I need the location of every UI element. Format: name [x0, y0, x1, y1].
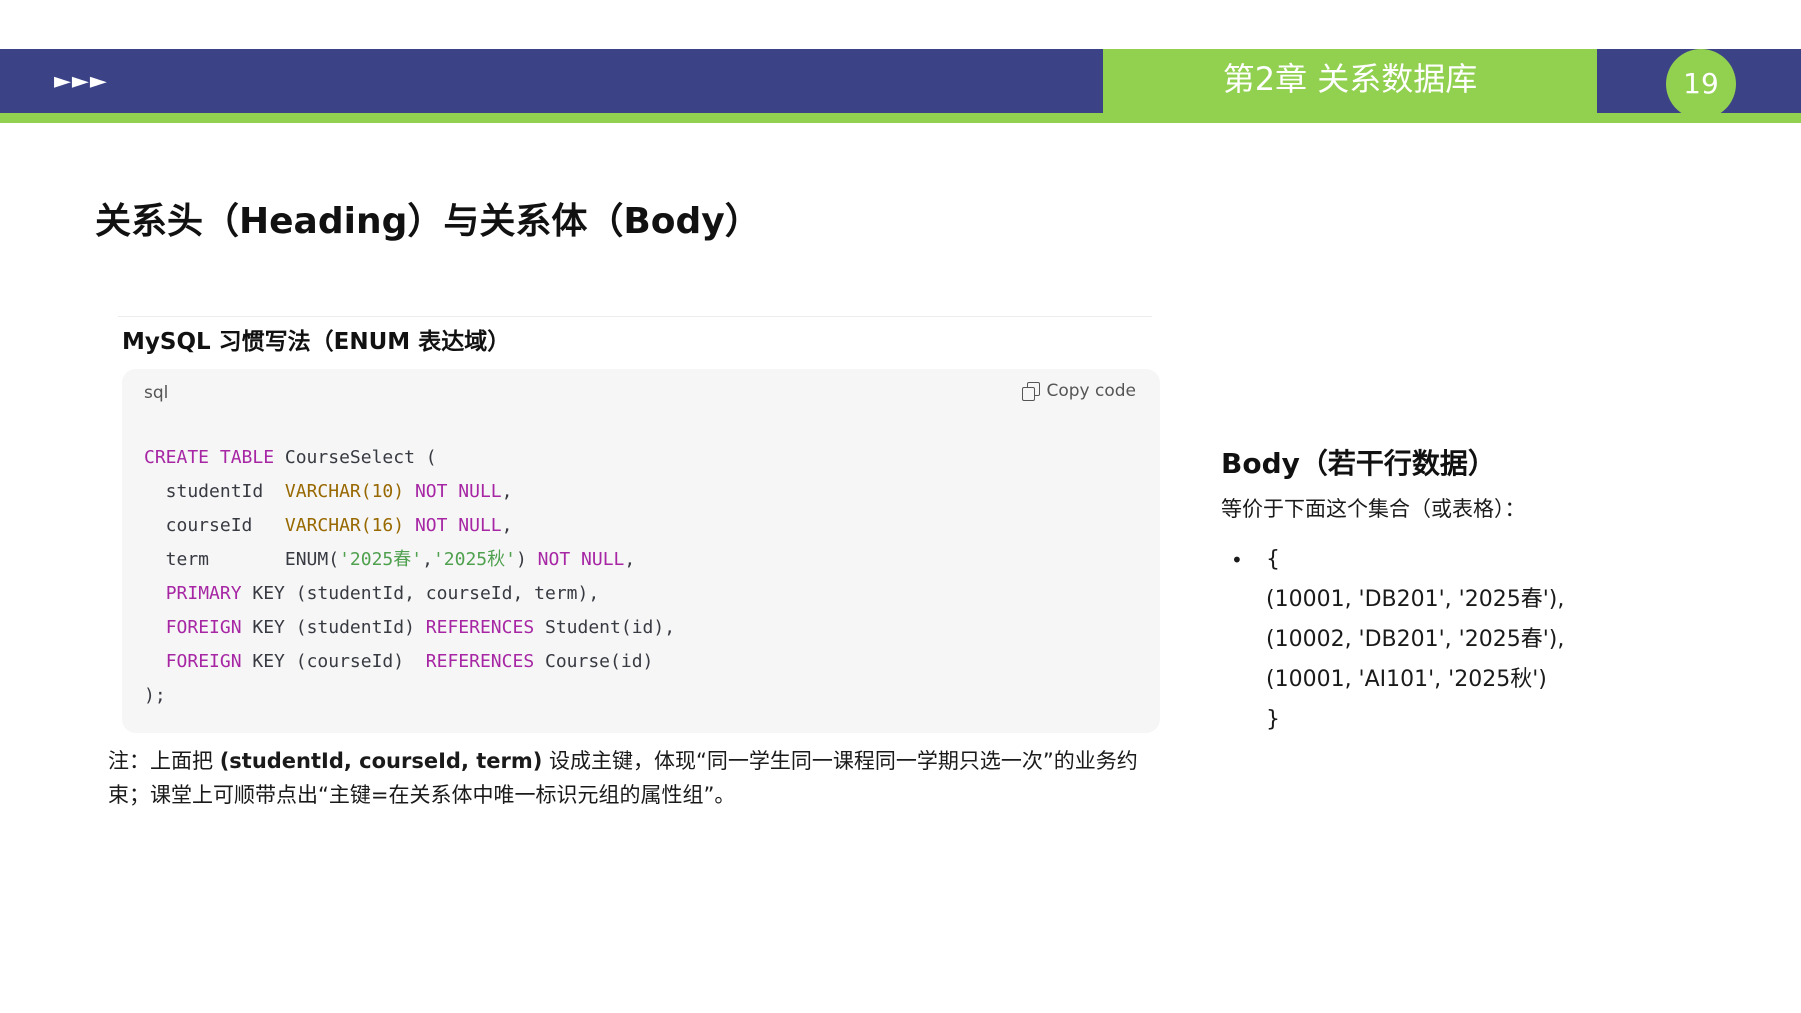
code-line: courseId VARCHAR(16) NOT NULL, — [144, 509, 675, 543]
code-token: REFERENCES — [425, 617, 535, 638]
note-primary-key: (studentId, courseId, term) — [219, 749, 543, 773]
note-prefix: 注：上面把 — [108, 749, 220, 773]
set-list-item: • { (10001, 'DB201', '2025春'), (10002, '… — [1221, 540, 1741, 740]
code-section: MySQL 习惯写法（ENUM 表达域） sql Copy code CREAT… — [112, 316, 1160, 733]
code-token: KEY (studentId) — [241, 617, 426, 638]
code-token: CourseSelect ( — [274, 447, 437, 468]
chapter-title: 第2章 关系数据库 — [1222, 60, 1478, 98]
set-line: } — [1266, 707, 1280, 732]
code-token: ); — [144, 685, 166, 706]
code-token: FOREIGN — [165, 617, 242, 638]
code-token: NOT NULL — [414, 515, 502, 536]
code-token: term ENUM( — [144, 549, 340, 570]
body-panel: Body（若干行数据） 等价于下面这个集合（或表格）： • { (10001, … — [1221, 444, 1741, 740]
bullet-icon: • — [1231, 548, 1243, 572]
section-divider — [118, 316, 1152, 317]
code-token: , — [501, 481, 513, 502]
code-block: sql Copy code CREATE TABLE CourseSelect … — [122, 369, 1160, 733]
code-line: ); — [144, 679, 675, 713]
code-heading: MySQL 习惯写法（ENUM 表达域） — [122, 329, 511, 355]
set-line: { — [1266, 547, 1280, 572]
body-description: 等价于下面这个集合（或表格）： — [1221, 497, 1526, 521]
copy-code-label: Copy code — [1046, 381, 1136, 401]
sql-code: CREATE TABLE CourseSelect ( studentId VA… — [144, 441, 675, 713]
code-line: FOREIGN KEY (studentId) REFERENCES Stude… — [144, 611, 675, 645]
header-arrows-icon: ►►► — [54, 69, 108, 94]
copy-code-button[interactable]: Copy code — [1022, 381, 1136, 401]
code-line: studentId VARCHAR(10) NOT NULL, — [144, 475, 675, 509]
code-token: Course(id) — [534, 651, 654, 672]
code-line: PRIMARY KEY (studentId, courseId, term), — [144, 577, 675, 611]
set-line: (10001, 'DB201', '2025春'), — [1266, 587, 1565, 612]
code-token: ) — [515, 549, 538, 570]
page-number: 19 — [1666, 49, 1736, 119]
set-line: (10002, 'DB201', '2025春'), — [1266, 627, 1565, 652]
code-line: CREATE TABLE CourseSelect ( — [144, 441, 675, 475]
code-token: FOREIGN — [165, 651, 242, 672]
code-line: FOREIGN KEY (courseId) REFERENCES Course… — [144, 645, 675, 679]
code-token: KEY (studentId, courseId, term), — [241, 583, 600, 604]
note-paragraph: 注：上面把 (studentId, courseId, term) 设成主键，体… — [108, 744, 1168, 812]
copy-icon — [1022, 382, 1041, 401]
code-language-label: sql — [144, 383, 169, 403]
code-token: KEY (courseId) — [241, 651, 426, 672]
code-line: term ENUM('2025春','2025秋') NOT NULL, — [144, 543, 675, 577]
code-token: , — [624, 549, 636, 570]
code-token: NOT NULL — [537, 549, 625, 570]
code-token: '2025秋' — [432, 549, 516, 570]
code-token: courseId — [144, 515, 285, 536]
code-token: Student(id), — [534, 617, 676, 638]
code-token: NOT NULL — [414, 481, 502, 502]
code-token: '2025春' — [339, 549, 423, 570]
code-token: , — [422, 549, 433, 570]
code-token: , — [501, 515, 513, 536]
code-token: VARCHAR(10) — [284, 481, 405, 502]
body-title: Body（若干行数据） — [1221, 447, 1496, 480]
code-token: PRIMARY — [165, 583, 242, 604]
slide-title: 关系头（Heading）与关系体（Body） — [95, 201, 761, 242]
code-token: CREATE TABLE — [144, 447, 275, 468]
set-line: (10001, 'AI101', '2025秋') — [1266, 667, 1547, 692]
chapter-label-box: 第2章 关系数据库 — [1103, 49, 1597, 123]
code-token: VARCHAR(16) — [284, 515, 405, 536]
code-token: studentId — [144, 481, 285, 502]
code-token: REFERENCES — [425, 651, 535, 672]
